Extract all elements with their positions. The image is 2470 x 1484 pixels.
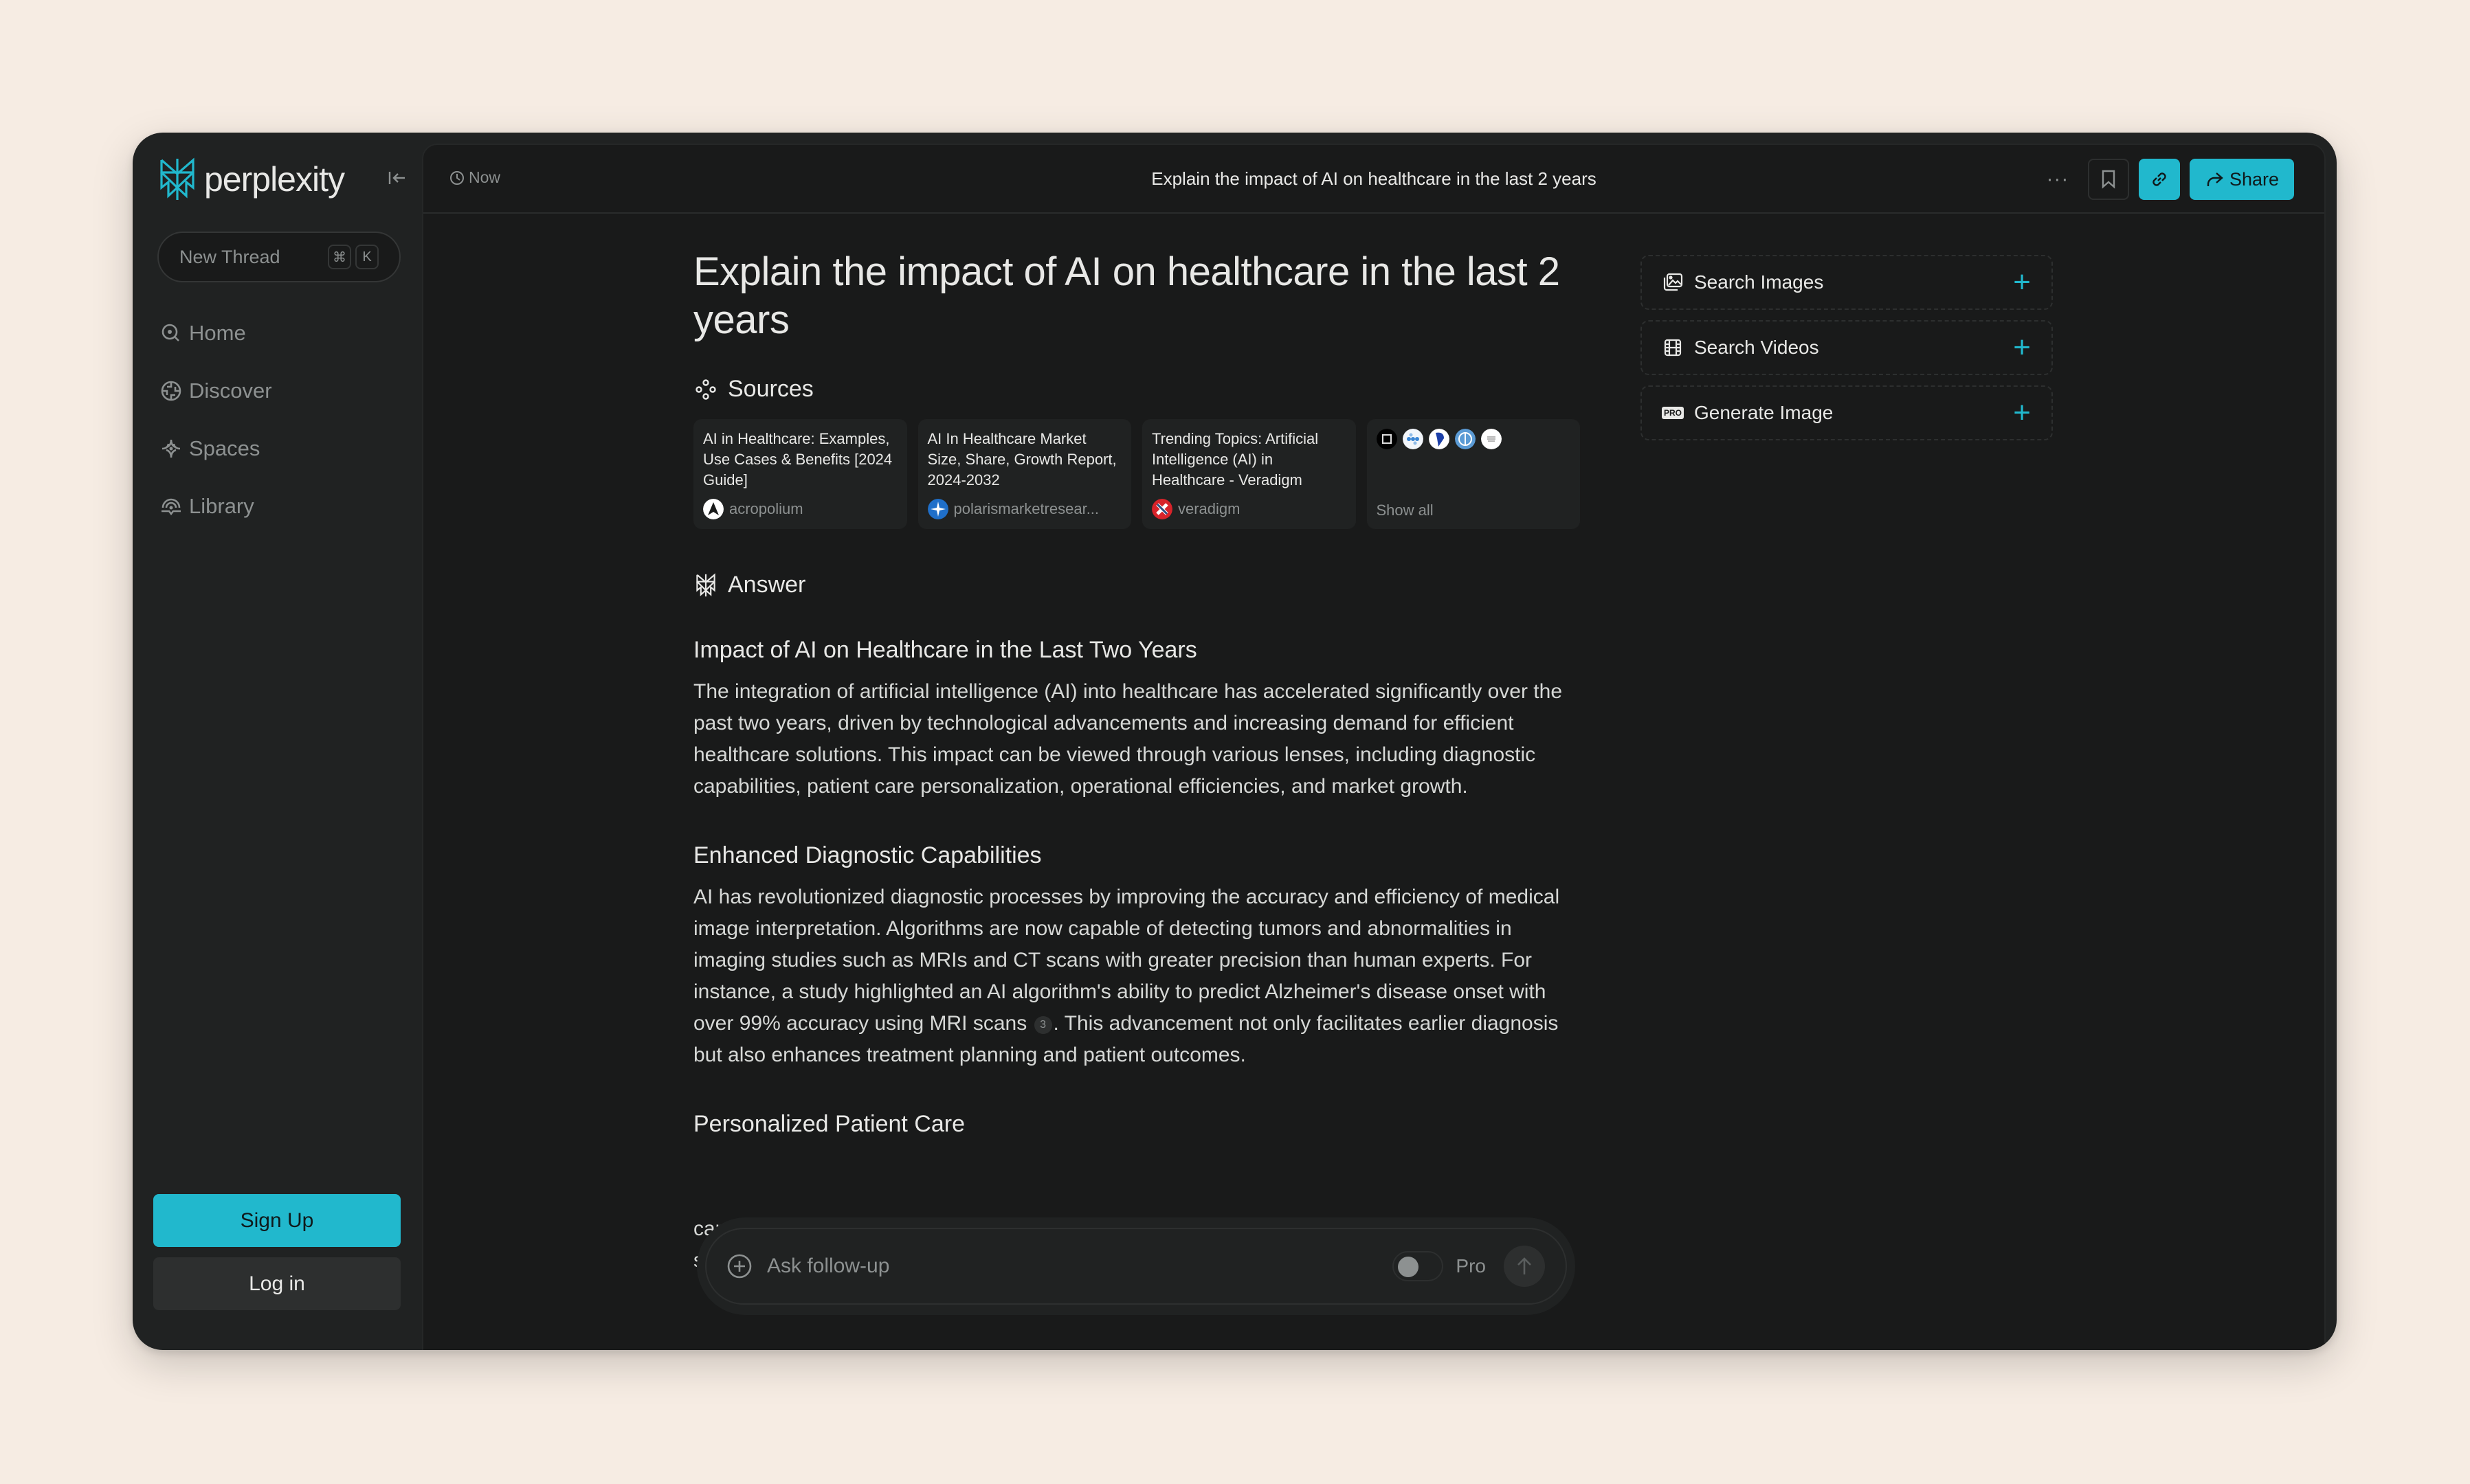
show-all-sources-card[interactable]: Show all bbox=[1366, 419, 1580, 529]
source-favicon-icon bbox=[1402, 429, 1423, 449]
sources-label: Sources bbox=[728, 376, 814, 402]
sources-heading: Sources bbox=[693, 376, 1580, 403]
sidebar-item-label: Home bbox=[189, 321, 246, 345]
shortcut-key-cmd: ⌘ bbox=[328, 245, 351, 269]
generate-image-label: Generate Image bbox=[1694, 402, 1834, 423]
sidebar-item-label: Discover bbox=[189, 379, 272, 403]
copy-link-button[interactable] bbox=[2138, 159, 2180, 200]
source-meta: polarismarketresear... bbox=[927, 499, 1122, 519]
search-icon bbox=[162, 324, 179, 341]
share-arrow-icon bbox=[2207, 172, 2223, 186]
globe-icon bbox=[161, 381, 181, 401]
log-in-button[interactable]: Log in bbox=[153, 1257, 401, 1310]
citation-badge[interactable]: 3 bbox=[1034, 1016, 1052, 1034]
attach-plus-icon[interactable] bbox=[726, 1252, 753, 1280]
more-icon: ··· bbox=[2046, 168, 2069, 190]
sources-list: AI in Healthcare: Examples, Use Cases & … bbox=[693, 419, 1580, 529]
sidebar-item-home[interactable]: Home bbox=[160, 304, 272, 362]
source-favicon-icon bbox=[1376, 429, 1397, 449]
pro-label: Pro bbox=[1456, 1255, 1486, 1277]
search-images-button[interactable]: Search Images + bbox=[1640, 255, 2053, 310]
source-site: polarismarketresear... bbox=[953, 500, 1100, 517]
share-button[interactable]: Share bbox=[2189, 159, 2294, 200]
brand-name: perplexity bbox=[204, 160, 345, 199]
thread-header: Now Explain the impact of AI on healthca… bbox=[423, 145, 2324, 214]
share-label: Share bbox=[2229, 168, 2279, 190]
source-title: AI In Healthcare Market Size, Share, Gro… bbox=[927, 430, 1117, 488]
sidebar: perplexity New Thread ⌘ K Home Discover … bbox=[133, 133, 422, 1350]
media-panel: Search Images + Search Videos + PRO Gene… bbox=[1640, 255, 2053, 451]
source-card[interactable]: Trending Topics: Artificial Intelligence… bbox=[1142, 419, 1356, 529]
new-thread-button[interactable]: New Thread ⌘ K bbox=[157, 232, 401, 282]
app-window: perplexity New Thread ⌘ K Home Discover … bbox=[133, 133, 2337, 1350]
generate-image-button[interactable]: PRO Generate Image + bbox=[1640, 385, 2053, 440]
collapse-left-icon bbox=[388, 172, 405, 184]
sign-up-button[interactable]: Sign Up bbox=[153, 1194, 401, 1247]
sidebar-item-label: Spaces bbox=[189, 436, 260, 460]
veradigm-favicon-icon bbox=[1152, 499, 1172, 519]
polaris-favicon-icon bbox=[927, 499, 948, 519]
plus-icon: + bbox=[2013, 265, 2031, 299]
pro-badge-icon: PRO bbox=[1662, 403, 1684, 423]
source-site: acropolium bbox=[729, 500, 803, 517]
sidebar-item-label: Library bbox=[189, 494, 254, 518]
follow-up-bar: Pro bbox=[697, 1217, 1575, 1315]
pro-badge: PRO bbox=[1662, 407, 1684, 419]
answer-heading-2: Enhanced Diagnostic Capabilities bbox=[693, 842, 1042, 868]
bookmark-icon bbox=[2102, 170, 2115, 189]
query-title: Explain the impact of AI on healthcare i… bbox=[693, 249, 1560, 342]
shortcut-key-k: K bbox=[355, 245, 379, 269]
plus-icon: + bbox=[2013, 396, 2031, 429]
source-title: AI in Healthcare: Examples, Use Cases & … bbox=[703, 430, 893, 488]
perplexity-logo-icon bbox=[160, 157, 194, 200]
main-panel: Now Explain the impact of AI on healthca… bbox=[422, 144, 2326, 1350]
answer-paragraph-1: The integration of artificial intelligen… bbox=[693, 680, 1563, 798]
perplexity-answer-icon bbox=[696, 572, 715, 596]
follow-up-box: Pro bbox=[705, 1228, 1567, 1305]
pro-toggle[interactable] bbox=[1392, 1251, 1444, 1281]
plus-icon: + bbox=[2013, 330, 2031, 364]
answer-paragraph-2: AI has revolutionized diagnostic process… bbox=[693, 881, 1580, 1071]
sidebar-item-library[interactable]: Library bbox=[160, 477, 272, 535]
source-card[interactable]: AI In Healthcare Market Size, Share, Gro… bbox=[917, 419, 1131, 529]
answer-heading: Answer bbox=[693, 572, 1580, 598]
search-videos-button[interactable]: Search Videos + bbox=[1640, 320, 2053, 375]
sources-icon bbox=[696, 379, 716, 400]
link-icon bbox=[2152, 172, 2166, 186]
image-icon bbox=[1662, 272, 1683, 293]
source-favicon-icon bbox=[1428, 429, 1449, 449]
acropolium-favicon-icon bbox=[703, 499, 724, 519]
thread-content: Explain the impact of AI on healthcare i… bbox=[693, 248, 1580, 1277]
source-meta: veradigm bbox=[1152, 499, 1346, 519]
search-videos-label: Search Videos bbox=[1694, 337, 1819, 358]
new-thread-label: New Thread bbox=[179, 246, 280, 267]
toggle-knob bbox=[1398, 1257, 1419, 1277]
wef-favicon-icon bbox=[1480, 429, 1502, 449]
arrow-up-icon bbox=[1517, 1257, 1531, 1274]
more-source-favicons bbox=[1376, 429, 1571, 449]
answer-label: Answer bbox=[728, 572, 806, 598]
who-favicon-icon bbox=[1454, 429, 1476, 449]
library-icon bbox=[162, 498, 181, 516]
collapse-sidebar-button[interactable] bbox=[383, 164, 411, 192]
answer-heading-1: Impact of AI on Healthcare in the Last T… bbox=[693, 637, 1197, 663]
answer-heading-3: Personalized Patient Care bbox=[693, 1111, 966, 1137]
source-title: Trending Topics: Artificial Intelligence… bbox=[1152, 430, 1319, 488]
source-meta: acropolium bbox=[703, 499, 898, 519]
bookmark-button[interactable] bbox=[2087, 159, 2129, 200]
sparkle-icon bbox=[162, 439, 181, 458]
sidebar-nav: Home Discover Spaces Library bbox=[160, 304, 272, 535]
header-actions: ··· Share bbox=[2037, 159, 2294, 200]
more-options-button[interactable]: ··· bbox=[2037, 159, 2078, 200]
search-images-label: Search Images bbox=[1694, 271, 1824, 293]
film-icon bbox=[1662, 337, 1683, 358]
sidebar-item-discover[interactable]: Discover bbox=[160, 362, 272, 420]
source-site: veradigm bbox=[1178, 500, 1240, 517]
show-all-label: Show all bbox=[1376, 502, 1434, 519]
submit-button[interactable] bbox=[1504, 1246, 1545, 1287]
logo[interactable]: perplexity bbox=[157, 157, 345, 201]
follow-up-input[interactable] bbox=[767, 1255, 1393, 1278]
source-card[interactable]: AI in Healthcare: Examples, Use Cases & … bbox=[693, 419, 907, 529]
sidebar-item-spaces[interactable]: Spaces bbox=[160, 420, 272, 477]
